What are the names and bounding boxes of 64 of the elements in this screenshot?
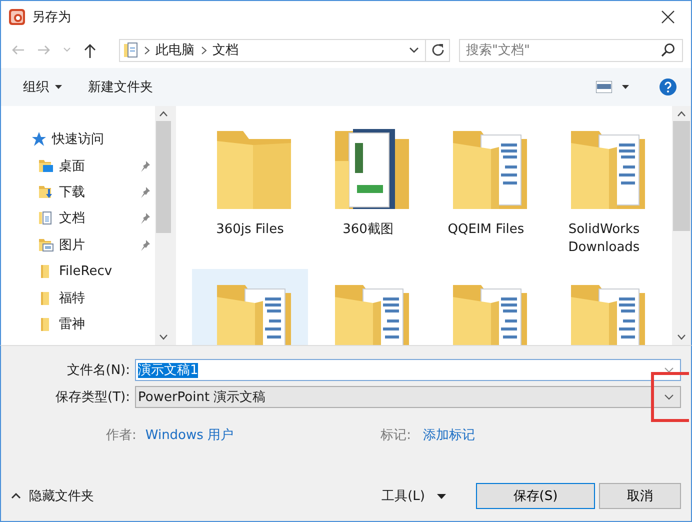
add-tags-link[interactable]: 添加标记 [422,426,475,444]
nav-item[interactable]: FileRecv [59,264,155,279]
search-field[interactable]: 搜索"文档" [459,38,683,62]
new-folder-button[interactable]: 新建文件夹 [78,74,163,100]
save-button[interactable]: 保存(S) [476,483,595,509]
scroll-down-icon[interactable] [677,334,686,340]
nav-item[interactable]: 快速访问 [52,130,155,148]
scroll-up-icon[interactable] [677,111,686,117]
help-icon[interactable] [659,78,677,96]
scrollbar-thumb[interactable] [673,121,690,231]
breadcrumb[interactable]: 文档 [212,41,238,59]
window-title: 另存为 [32,8,71,26]
caret-icon [437,494,446,498]
app-icon [8,8,26,26]
author-label: 作者: [106,427,136,444]
chevron-down-icon[interactable] [409,46,419,54]
chevron-up-icon [11,493,21,499]
nav-item[interactable]: 雷神 [59,314,155,333]
nav-item[interactable]: 桌面 [59,156,136,175]
chevron-down-icon[interactable] [664,394,674,400]
organize-menu[interactable]: 组织 [13,74,72,100]
picture-folder-icon [38,236,54,253]
desktop-folder-icon [38,158,54,174]
chevron-right-icon [144,46,150,54]
field-label: 文件名(N): [66,362,131,379]
file-name: QQEIM Files [446,221,526,239]
search-icon[interactable] [661,42,675,56]
nav-item[interactable]: 文档 [59,209,136,228]
author-link[interactable]: Windows 用户 [145,426,234,444]
download-folder-icon [38,184,54,200]
file-name: 360js Files [215,221,285,239]
tags-label: 标记: [380,427,411,444]
close-icon[interactable] [661,10,675,24]
file-name: 360截图 [342,221,394,239]
chevron-right-icon [200,46,206,54]
scroll-down-icon[interactable] [159,334,168,340]
file-item[interactable]: 360js Files [192,115,308,267]
nav-item[interactable]: 图片 [59,236,136,254]
tools-menu[interactable]: 工具(L) [382,487,446,505]
breadcrumb[interactable]: 此电脑 [156,41,194,59]
filename-field[interactable]: 演示文稿1 [135,359,681,381]
caret-icon [55,85,62,89]
file-item[interactable]: QQEIM Files [428,115,544,267]
field-label: 保存类型(T): [54,389,131,406]
highlight-frame [651,372,689,422]
nav-item[interactable]: 福特 [59,288,155,307]
scrollbar-thumb[interactable] [156,121,171,233]
nav-item[interactable]: 下载 [59,182,136,201]
chevron-down-icon[interactable] [664,367,674,373]
cancel-button[interactable]: 取消 [599,483,681,509]
caret-icon[interactable] [622,85,629,89]
scroll-up-icon[interactable] [159,111,168,117]
star-icon [31,131,47,148]
file-type-dropdown[interactable]: PowerPoint 演示文稿 [135,386,681,408]
file-name: SolidWorks Downloads [567,221,641,257]
view-icon[interactable] [596,81,612,93]
up-arrow-icon[interactable] [83,42,97,58]
file-item[interactable]: 360截图 [310,115,426,267]
file-item[interactable]: SolidWorks Downloads [546,115,662,267]
refresh-icon[interactable] [430,43,444,57]
document-folder-icon [124,42,138,58]
address-bar[interactable]: 此电脑 文档 [118,38,450,62]
document-icon [38,210,54,226]
hide-folders-toggle[interactable]: 隐藏文件夹 [11,487,94,505]
